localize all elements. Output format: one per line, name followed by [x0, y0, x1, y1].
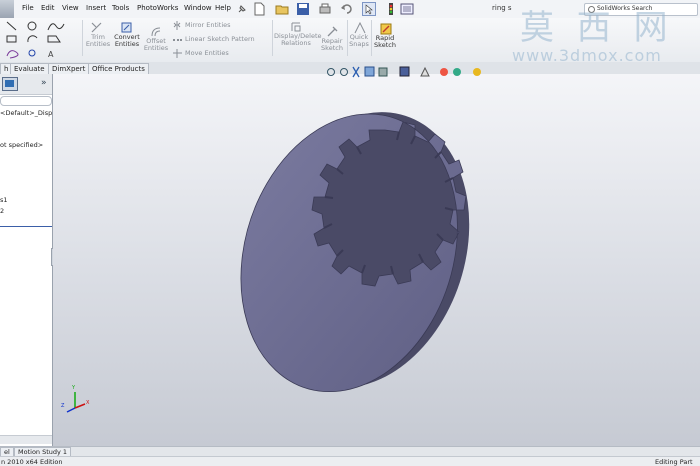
filter-input[interactable]: [0, 96, 52, 106]
menu-view[interactable]: View: [62, 4, 79, 12]
tree-item-2[interactable]: 2: [0, 207, 4, 215]
rectangle-tool-icon: [6, 35, 17, 43]
featuremanager-tabs: »: [0, 74, 52, 95]
tab-office-products[interactable]: Office Products: [88, 63, 149, 74]
ring-part-model[interactable]: [53, 74, 700, 446]
menu-insert[interactable]: Insert: [86, 4, 106, 12]
menu-photoworks[interactable]: PhotoWorks: [137, 4, 178, 12]
trim-entities-button[interactable]: Trim Entities: [84, 34, 112, 48]
menu-window[interactable]: Window: [184, 4, 212, 12]
options-icon[interactable]: [400, 2, 414, 16]
menu-edit[interactable]: Edit: [41, 4, 55, 12]
ellipse-tool-icon: [6, 50, 19, 59]
move-entities-button[interactable]: Move Entities: [185, 50, 229, 57]
tree-item-display-state[interactable]: <Default>_Disp: [0, 109, 52, 117]
expand-chevron-icon[interactable]: »: [41, 78, 47, 88]
solidworks-logo[interactable]: [0, 0, 14, 18]
select-arrow-icon[interactable]: [362, 2, 376, 16]
watermark-url: www.3dmox.com: [512, 46, 662, 65]
triad-z-label: Z: [61, 403, 65, 409]
divider: [82, 20, 83, 56]
tab-evaluate[interactable]: Evaluate: [10, 63, 49, 74]
print-icon[interactable]: [318, 2, 332, 16]
pin-icon[interactable]: [236, 3, 248, 15]
svg-text:A: A: [48, 50, 54, 59]
triad-x-label: X: [86, 400, 90, 406]
linear-sketch-pattern-button[interactable]: Linear Sketch Pattern: [185, 36, 255, 43]
offset-entities-button[interactable]: Offset Entities: [142, 38, 170, 52]
menu-tools[interactable]: Tools: [112, 4, 129, 12]
mirror-entities-icon: [173, 21, 181, 30]
move-entities-icon: [173, 49, 182, 58]
circle-tool-icon: [27, 21, 37, 31]
open-folder-icon[interactable]: [275, 2, 289, 16]
quick-snaps-button[interactable]: Quick Snaps: [347, 34, 371, 48]
panel-scrollbar[interactable]: [0, 435, 52, 444]
property-manager-icon[interactable]: [2, 77, 18, 91]
linear-sketch-pattern-icon: [173, 39, 182, 41]
featuremanager-panel: » <Default>_Disp ot specified> s1 2: [0, 74, 53, 446]
menu-file[interactable]: File: [22, 4, 34, 12]
undo-icon[interactable]: [340, 2, 354, 16]
sketch-tools-grid[interactable]: A: [4, 20, 68, 62]
graphics-viewport[interactable]: Y X Z: [53, 66, 700, 446]
tree-item-material[interactable]: ot specified>: [0, 141, 43, 149]
point-tool-icon: [28, 49, 36, 57]
convert-entities-button[interactable]: Convert Entities: [113, 34, 141, 48]
watermark-chinese: 莫 西 网: [520, 8, 674, 48]
save-icon[interactable]: [296, 2, 310, 16]
triad-y-label: Y: [72, 385, 76, 391]
tab-dimxpert[interactable]: DimXpert: [48, 63, 90, 74]
repair-sketch-button[interactable]: Repair Sketch: [319, 38, 345, 52]
display-delete-relations-button[interactable]: Display/Delete Relations: [274, 33, 322, 47]
line-tool-icon: [6, 21, 17, 31]
mirror-entities-button[interactable]: Mirror Entities: [185, 22, 231, 29]
rollback-bar[interactable]: [0, 226, 52, 227]
polygon-tool-icon: [47, 35, 61, 43]
menu-help[interactable]: Help: [215, 4, 231, 12]
document-title: ring s: [492, 4, 512, 12]
spline-tool-icon: [47, 23, 65, 31]
rebuild-icon[interactable]: [386, 2, 396, 16]
divider: [272, 20, 273, 56]
arc-tool-icon: [27, 35, 38, 43]
tree-item-sketch1[interactable]: s1: [0, 196, 8, 204]
rapid-sketch-button[interactable]: Rapid Sketch: [372, 35, 398, 49]
new-document-icon[interactable]: [253, 2, 265, 16]
